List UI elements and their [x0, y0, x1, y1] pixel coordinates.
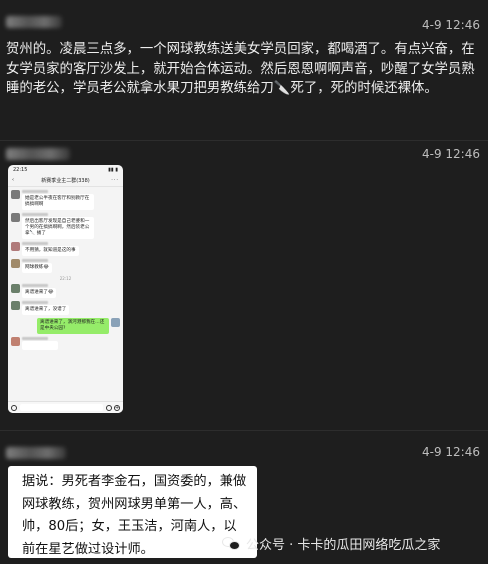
chat-row: 离谱进来了，没谱了 — [11, 301, 120, 315]
chat-row: 离谱进来了，演河港那我在…还是中央公园? — [11, 318, 120, 334]
message-timestamp: 4-9 12:46 — [422, 147, 480, 161]
avatar — [11, 337, 20, 346]
avatar — [11, 190, 20, 199]
message-timestamp: 4-9 12:46 — [422, 18, 480, 32]
phone-input-bar: + — [8, 401, 123, 413]
phone-text-input — [20, 404, 103, 411]
wechat-icon — [222, 536, 242, 552]
message-1: 4-9 12:46 贺州的。凌晨三点多，一个网球教练送美女学员回家，都喝酒了。有… — [0, 0, 488, 140]
chat-bubble: 不用猜，就知道是这的事 — [22, 246, 79, 256]
plus-icon: + — [114, 404, 120, 411]
watermark-text: 公众号 · 卡卡的瓜田网络吃瓜之家 — [246, 538, 441, 553]
quoted-text-image[interactable]: 据说：男死者李金石，国资委的，兼做网球教练，贺州网球男单第一人，高、帅，80后；… — [8, 466, 257, 558]
chat-bubble: 离谱进来了😂 — [22, 288, 57, 298]
back-icon: ‹ — [12, 177, 14, 183]
phone-nav-bar: ‹ 新赛季业主二群(338) ··· — [8, 174, 123, 187]
more-icon: ··· — [111, 177, 119, 183]
chat-bubble: 她是老公半夜在客厅和别教厅在搞搞啊啊 — [22, 194, 94, 210]
chat-row: 离谱进来了😂 — [11, 284, 120, 298]
avatar — [11, 301, 20, 310]
avatar — [11, 259, 20, 268]
signal-battery-icon: ▮▮ ▮ — [108, 166, 118, 173]
status-time: 22:15 — [13, 166, 28, 173]
avatar — [11, 242, 20, 251]
chat-row: 然后出客厅发现是自己老婆和一个男的在搞搞啊啊，然后装老公拿🔪 捅了 — [11, 213, 120, 239]
chat-row: 不用猜，就知道是这的事 — [11, 242, 120, 256]
avatar — [11, 284, 20, 293]
chat-bubble: 离谱进来了，没谱了 — [22, 305, 70, 315]
chat-bubble — [22, 341, 58, 350]
sender-name-blurred — [6, 447, 66, 459]
phone-status-bar: 22:15 ▮▮ ▮ — [8, 165, 123, 174]
chat-row: 她是老公半夜在客厅和别教厅在搞搞啊啊 — [11, 190, 120, 210]
message-timestamp: 4-9 12:46 — [422, 445, 480, 459]
watermark: 公众号 · 卡卡的瓜田网络吃瓜之家 — [222, 534, 440, 553]
chat-row: 网球教练😂 — [11, 259, 120, 273]
chat-bubble: 网球教练😂 — [22, 263, 52, 273]
sender-name-blurred — [6, 16, 62, 28]
sender-name-blurred — [6, 148, 70, 160]
avatar — [111, 318, 120, 327]
chat-screenshot-image[interactable]: 22:15 ▮▮ ▮ ‹ 新赛季业主二群(338) ··· 她是老公半夜在客厅和… — [8, 165, 123, 413]
chat-bubble-self: 离谱进来了，演河港那我在…还是中央公园? — [37, 318, 109, 334]
voice-icon — [11, 404, 17, 411]
chat-bubble: 然后出客厅发现是自己老婆和一个男的在搞搞啊啊，然后装老公拿🔪 捅了 — [22, 217, 94, 239]
chat-row — [11, 337, 120, 350]
emoji-icon — [106, 404, 112, 411]
group-title: 新赛季业主二群(338) — [41, 177, 90, 184]
avatar — [11, 213, 20, 222]
chat-time-divider: 22:12 — [59, 276, 72, 281]
message-text[interactable]: 贺州的。凌晨三点多，一个网球教练送美女学员回家，都喝酒了。有点兴奋，在女学员家的… — [6, 40, 482, 99]
